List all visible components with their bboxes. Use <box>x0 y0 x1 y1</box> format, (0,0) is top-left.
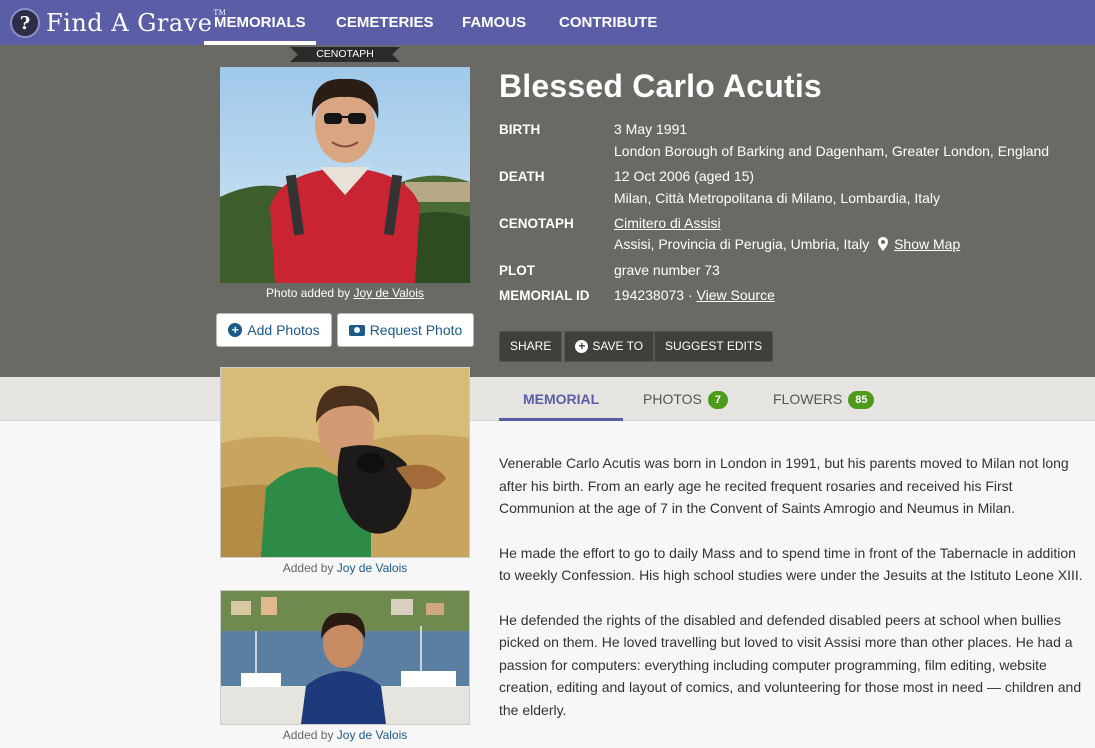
top-nav: ? Find A GraveTM MEMORIALS CEMETERIES FA… <box>0 0 1095 45</box>
add-photos-button[interactable]: + Add Photos <box>216 313 332 347</box>
cemetery-link[interactable]: Cimitero di Assisi <box>614 215 721 231</box>
photos-count-badge: 7 <box>707 391 728 409</box>
birth-label: BIRTH <box>499 122 541 137</box>
gallery-contributor-link[interactable]: Joy de Valois <box>337 561 407 575</box>
save-to-button[interactable]: + SAVE TO <box>564 331 655 362</box>
photo-contributor-link[interactable]: Joy de Valois <box>353 286 423 300</box>
nav-memorials[interactable]: MEMORIALS <box>204 0 316 45</box>
boy-with-dog-image <box>221 368 469 557</box>
nav-cemeteries[interactable]: CEMETERIES <box>336 0 434 45</box>
nav-contribute[interactable]: CONTRIBUTE <box>559 0 657 45</box>
death-label: DEATH <box>499 169 545 184</box>
tab-photos-label: PHOTOS <box>643 391 702 407</box>
boy-at-harbor-image <box>221 591 469 724</box>
tab-flowers[interactable]: FLOWERS 85 <box>773 377 875 421</box>
plus-circle-icon: + <box>575 340 589 353</box>
cenotaph-ribbon: CENOTAPH <box>290 47 400 62</box>
tab-memorial[interactable]: MEMORIAL <box>498 377 624 421</box>
gallery-photo[interactable] <box>220 367 470 558</box>
plus-circle-icon: + <box>228 323 243 337</box>
memorial-id-value: 194238073 · <box>614 287 697 303</box>
flowers-count-badge: 85 <box>848 391 875 409</box>
gallery-caption: Added by Joy de Valois <box>282 561 408 575</box>
death-date: 12 Oct 2006 (aged 15) <box>614 168 755 184</box>
suggest-edits-button[interactable]: SUGGEST EDITS <box>654 331 774 362</box>
gallery-caption: Added by Joy de Valois <box>282 728 408 742</box>
show-map-link[interactable]: Show Map <box>894 236 960 252</box>
tab-flowers-label: FLOWERS <box>773 391 843 407</box>
logo-text: Find A GraveTM <box>46 9 227 37</box>
add-photos-label: Add Photos <box>247 322 320 338</box>
nav-famous[interactable]: FAMOUS <box>462 0 526 45</box>
camera-icon <box>348 324 365 336</box>
memorial-actions: SHARE + SAVE TO SUGGEST EDITS <box>499 331 774 362</box>
bio-paragraph: Venerable Carlo Acutis was born in Londo… <box>499 455 1069 516</box>
birth-date: 3 May 1991 <box>614 121 688 137</box>
main-memorial-photo[interactable] <box>220 67 470 283</box>
gallery-photo[interactable] <box>220 590 470 725</box>
memorial-bio: Venerable Carlo Acutis was born in Londo… <box>499 452 1084 743</box>
cenotaph-place: Assisi, Provincia di Perugia, Umbria, It… <box>614 236 870 252</box>
portrait-image <box>220 67 470 283</box>
plot-label: PLOT <box>499 263 535 278</box>
plot-value: grave number 73 <box>614 262 720 278</box>
logo-mark-icon: ? <box>10 8 40 38</box>
gallery-contributor-link[interactable]: Joy de Valois <box>337 728 407 742</box>
request-photo-button[interactable]: Request Photo <box>337 313 474 347</box>
cenotaph-label: CENOTAPH <box>499 216 574 231</box>
bio-paragraph: He made the effort to go to daily Mass a… <box>499 544 1083 584</box>
memorial-name: Blessed Carlo Acutis <box>499 68 822 104</box>
birth-place: London Borough of Barking and Dagenham, … <box>614 143 1050 159</box>
bio-paragraph: He defended the rights of the disabled a… <box>499 611 1082 718</box>
share-button[interactable]: SHARE <box>499 331 563 362</box>
find-a-grave-logo[interactable]: ? Find A GraveTM <box>10 6 226 40</box>
death-place: Milan, Città Metropolitana di Milano, Lo… <box>614 190 941 206</box>
save-to-label: SAVE TO <box>592 339 644 353</box>
main-photo-caption: Photo added by Joy de Valois <box>266 286 424 300</box>
request-photo-label: Request Photo <box>369 322 463 338</box>
memorial-id-label: MEMORIAL ID <box>499 288 590 303</box>
map-pin-icon <box>878 237 889 251</box>
tab-photos[interactable]: PHOTOS 7 <box>643 377 728 421</box>
view-source-link[interactable]: View Source <box>697 287 775 303</box>
